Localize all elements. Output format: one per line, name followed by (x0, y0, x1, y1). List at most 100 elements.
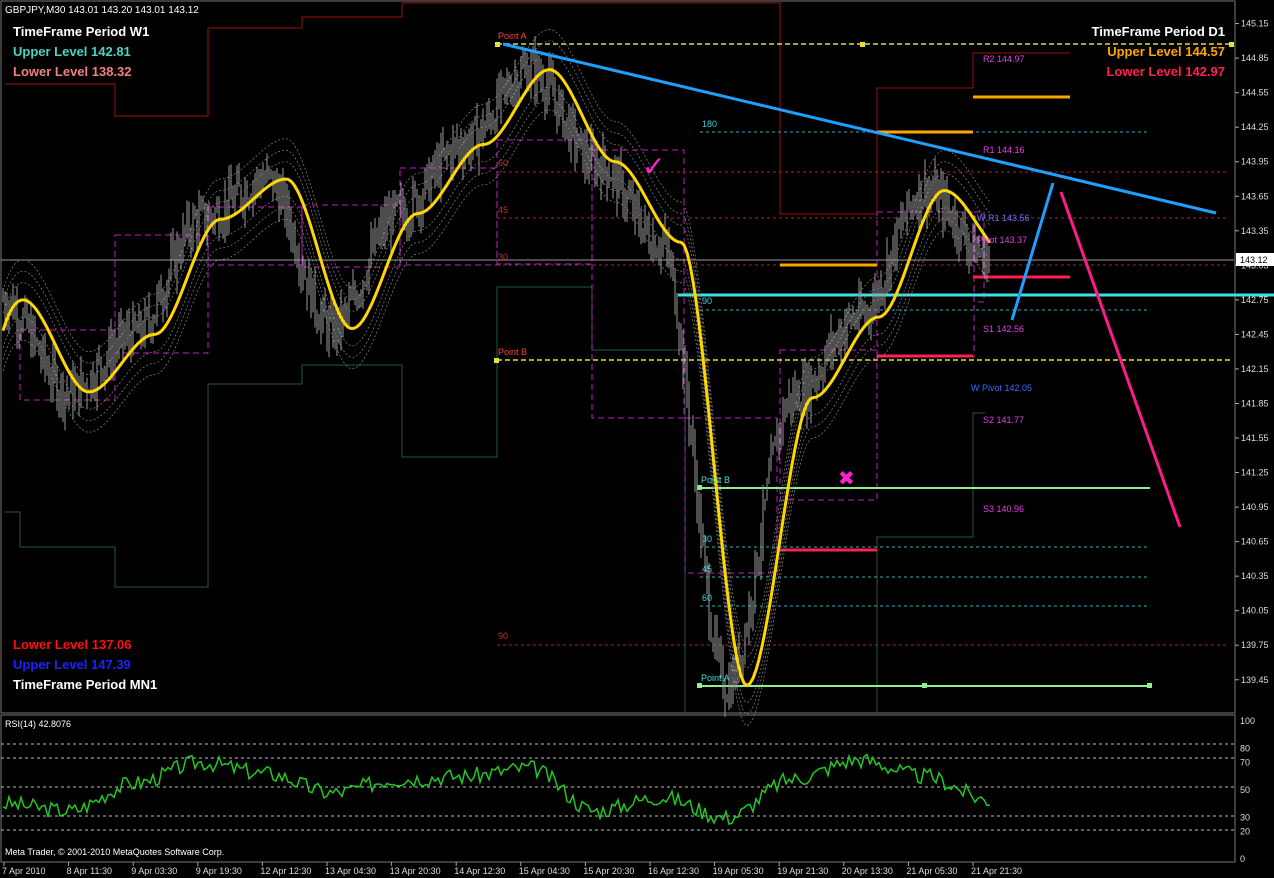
point-a-low-handle-right[interactable] (1147, 683, 1152, 688)
d1-title: TimeFrame Period D1 (1092, 24, 1225, 39)
rsi-axis: 100 80 70 50 30 20 0 (1240, 716, 1255, 864)
rsi-tick-label: 50 (1240, 785, 1250, 795)
time-tick-label: 21 Apr 05:30 (906, 866, 957, 876)
w1-upper-level: Upper Level 142.81 (13, 44, 131, 59)
pivot-r1-label: R1 144.16 (983, 145, 1025, 155)
pivot-s2-label: S2 141.77 (983, 415, 1024, 425)
point-b-low-handle[interactable] (697, 485, 702, 490)
pivot-wr1-label: W R1 143.56 (977, 213, 1030, 223)
current-price-value: 143.12 (1240, 255, 1268, 265)
d1-lower-step-line (876, 412, 985, 712)
time-tick-label: 12 Apr 12:30 (260, 866, 311, 876)
fib-cyan-label-90: 90 (702, 296, 712, 306)
d1-lower-level: Lower Level 142.97 (1106, 64, 1225, 79)
fib-red-label-90: 90 (498, 631, 508, 641)
fib-red-levels (497, 171, 1228, 646)
price-tick-label: 144.55 (1241, 88, 1269, 98)
price-tick-label: 142.45 (1241, 329, 1269, 339)
mn1-title: TimeFrame Period MN1 (13, 677, 157, 692)
time-tick-label: 7 Apr 2010 (2, 866, 46, 876)
check-mark-icon: ✓ (642, 150, 665, 183)
pivot-r2-label: R2 144.97 (983, 54, 1025, 64)
pivot-daily-label: Pivot 143.37 (977, 235, 1027, 245)
pivot-s1-label: S1 142.56 (983, 324, 1024, 334)
time-tick-label: 9 Apr 03:30 (131, 866, 177, 876)
fib-cyan-label-30: 30 (702, 534, 712, 544)
point-b-mid-label: Point B (498, 347, 527, 357)
price-tick-label: 141.25 (1241, 468, 1269, 478)
price-tick-label: 142.75 (1241, 295, 1269, 305)
price-axis[interactable]: 145.15 144.85 144.55 144.25 143.95 143.65 143.… (1235, 19, 1269, 685)
time-tick-label: 19 Apr 21:30 (777, 866, 828, 876)
mn1-lower-level: Lower Level 137.06 (13, 637, 132, 652)
price-chart-area[interactable]: ✓ ✖ Point A Point B Point B Point A 60 4… (1, 2, 1274, 727)
rsi-tick-label: 70 (1240, 757, 1250, 767)
mn1-upper-level: Upper Level 147.39 (13, 657, 131, 672)
price-tick-label: 141.85 (1241, 398, 1269, 408)
price-tick-label: 140.35 (1241, 571, 1269, 581)
fib-cyan-label-45: 45 (702, 564, 712, 574)
price-tick-label: 143.95 (1241, 157, 1269, 167)
point-a-low-handle-mid[interactable] (922, 683, 927, 688)
blue-trend-line-up[interactable] (1010, 182, 1055, 321)
pivot-s3-label: S3 140.96 (983, 504, 1024, 514)
rsi-panel-frame (0, 714, 1236, 863)
price-tick-label: 143.35 (1241, 226, 1269, 236)
price-tick-label: 145.15 (1241, 19, 1269, 29)
fib-red-label-60: 60 (498, 158, 508, 168)
time-tick-label: 9 Apr 19:30 (196, 866, 242, 876)
symbol-info-line: GBPJPY,M30 143.01 143.20 143.01 143.12 (5, 5, 199, 16)
point-a-low-handle-left[interactable] (697, 683, 702, 688)
fib-red-label-30: 30 (498, 252, 508, 262)
price-tick-label: 140.95 (1241, 502, 1269, 512)
point-b-mid-handle[interactable] (494, 358, 499, 363)
price-tick-label: 141.55 (1241, 433, 1269, 443)
w1-title: TimeFrame Period W1 (13, 24, 149, 39)
copyright-text: Meta Trader, © 2001-2010 MetaQuotes Soft… (5, 847, 224, 857)
price-tick-label: 140.65 (1241, 537, 1269, 547)
pivot-weekly-label: W Pivot 142.05 (971, 383, 1032, 393)
price-tick-label: 139.75 (1241, 640, 1269, 650)
mn1-upper-step-line (5, 2, 1070, 215)
price-tick-label: 142.15 (1241, 364, 1269, 374)
rsi-line (2, 753, 991, 826)
time-tick-label: 15 Apr 04:30 (519, 866, 570, 876)
point-a-top-handle-right[interactable] (1229, 42, 1234, 47)
time-tick-label: 8 Apr 11:30 (67, 866, 112, 876)
fib-cyan-label-180: 180 (702, 119, 717, 129)
rsi-tick-label: 0 (1240, 854, 1245, 864)
rsi-panel[interactable]: RSI(14) 42.8076 Meta Trader, © 2001-2010… (1, 716, 1255, 864)
d1-upper-level: Upper Level 144.57 (1107, 44, 1225, 59)
price-tick-label: 144.25 (1241, 122, 1269, 132)
time-tick-label: 21 Apr 21:30 (971, 866, 1022, 876)
time-tick-label: 20 Apr 13:30 (842, 866, 893, 876)
time-tick-label: 16 Apr 12:30 (648, 866, 699, 876)
point-a-top-handle-left[interactable] (495, 42, 500, 47)
time-tick-label: 13 Apr 04:30 (325, 866, 376, 876)
point-a-top-label: Point A (498, 31, 527, 41)
price-tick-label: 144.85 (1241, 53, 1269, 63)
point-a-low-label: Point A (701, 673, 730, 683)
rsi-tick-label: 100 (1240, 716, 1255, 726)
chart-canvas[interactable]: ✓ ✖ Point A Point B Point B Point A 60 4… (0, 0, 1274, 878)
fib-red-label-45: 45 (498, 205, 508, 215)
cross-mark-icon: ✖ (838, 466, 855, 490)
w1-lower-level: Lower Level 138.32 (13, 64, 132, 79)
point-a-top-handle-mid[interactable] (860, 42, 865, 47)
fib-cyan-label-60: 60 (702, 593, 712, 603)
time-axis: 7 Apr 2010 8 Apr 11:30 9 Apr 03:30 9 Apr 19… (2, 862, 1022, 876)
time-tick-label: 13 Apr 20:30 (390, 866, 441, 876)
time-tick-label: 14 Apr 12:30 (454, 866, 505, 876)
rsi-title: RSI(14) 42.8076 (5, 719, 71, 729)
point-b-low-label: Point B (701, 475, 730, 485)
time-tick-label: 15 Apr 20:30 (583, 866, 634, 876)
price-tick-label: 143.65 (1241, 191, 1269, 201)
rsi-levels (1, 743, 1234, 831)
time-tick-label: 19 Apr 05:30 (713, 866, 764, 876)
rsi-tick-label: 80 (1240, 744, 1250, 754)
rsi-tick-label: 30 (1240, 813, 1250, 823)
price-tick-label: 139.45 (1241, 675, 1269, 685)
rsi-tick-label: 20 (1240, 826, 1250, 836)
price-tick-label: 140.05 (1241, 606, 1269, 616)
metatrader-chart-window: ✓ ✖ Point A Point B Point B Point A 60 4… (0, 0, 1274, 878)
